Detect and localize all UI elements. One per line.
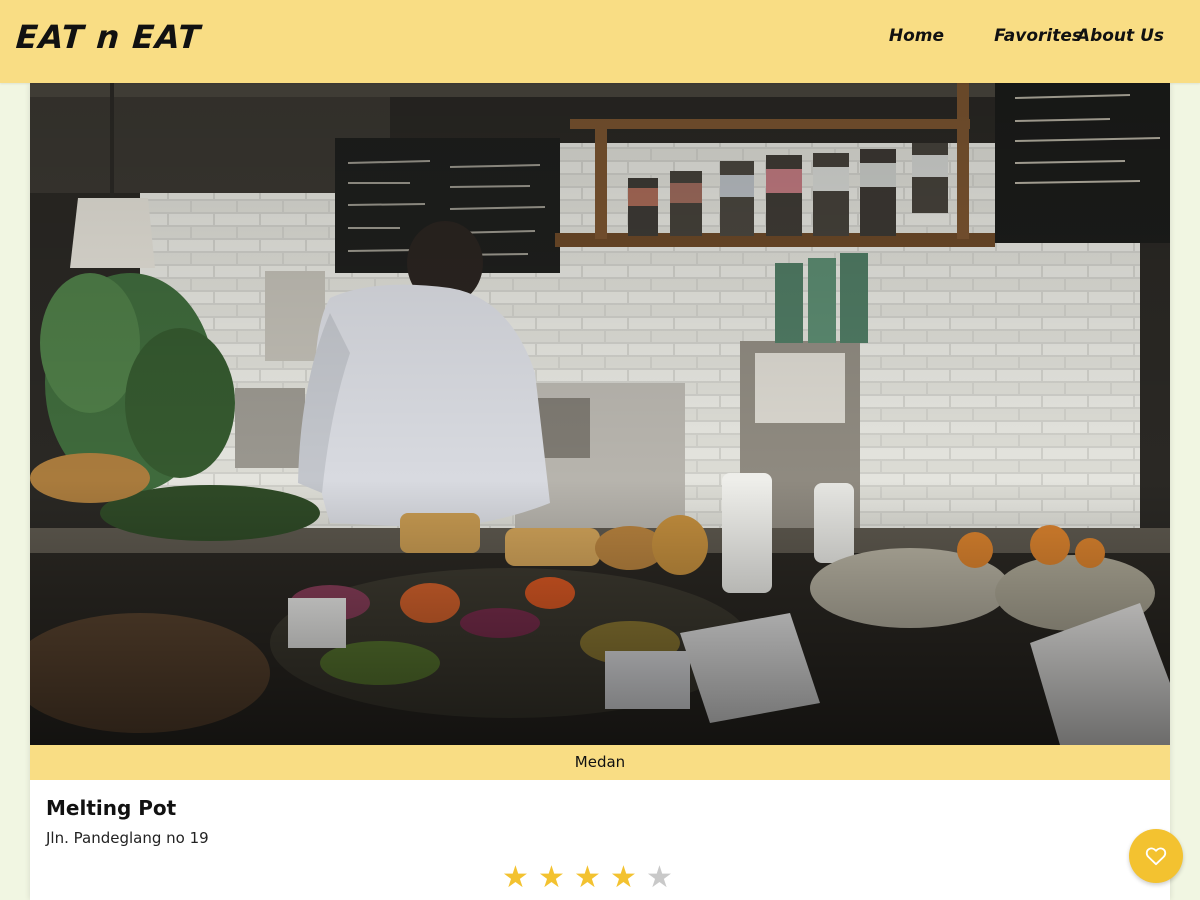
favorite-button[interactable] xyxy=(1129,829,1183,883)
heart-icon xyxy=(1145,847,1167,866)
star-icon: ★ xyxy=(502,860,529,895)
cafe-counter-photo xyxy=(30,83,1170,745)
nav-favorites-link[interactable]: Favorites xyxy=(994,26,1082,46)
star-icon: ★ xyxy=(574,860,601,895)
restaurant-photo xyxy=(30,83,1170,745)
star-icon: ★ xyxy=(538,860,565,895)
rating-stars: ★ ★ ★ ★ ★ xyxy=(500,861,680,895)
nav-about-us-link[interactable]: About Us xyxy=(1077,26,1164,46)
restaurant-detail-card: Medan Melting Pot Jln. Pandeglang no 19 … xyxy=(30,83,1170,900)
nav-home-link[interactable]: Home xyxy=(889,26,944,46)
site-header: EAT n EAT Home Favorites About Us xyxy=(0,0,1200,83)
restaurant-city: Medan xyxy=(30,745,1170,780)
star-icon: ★ xyxy=(610,860,637,895)
restaurant-address: Jln. Pandeglang no 19 xyxy=(46,829,209,847)
restaurant-name: Melting Pot xyxy=(46,796,177,820)
site-logo[interactable]: EAT n EAT xyxy=(15,18,203,56)
star-empty-icon: ★ xyxy=(646,860,673,895)
